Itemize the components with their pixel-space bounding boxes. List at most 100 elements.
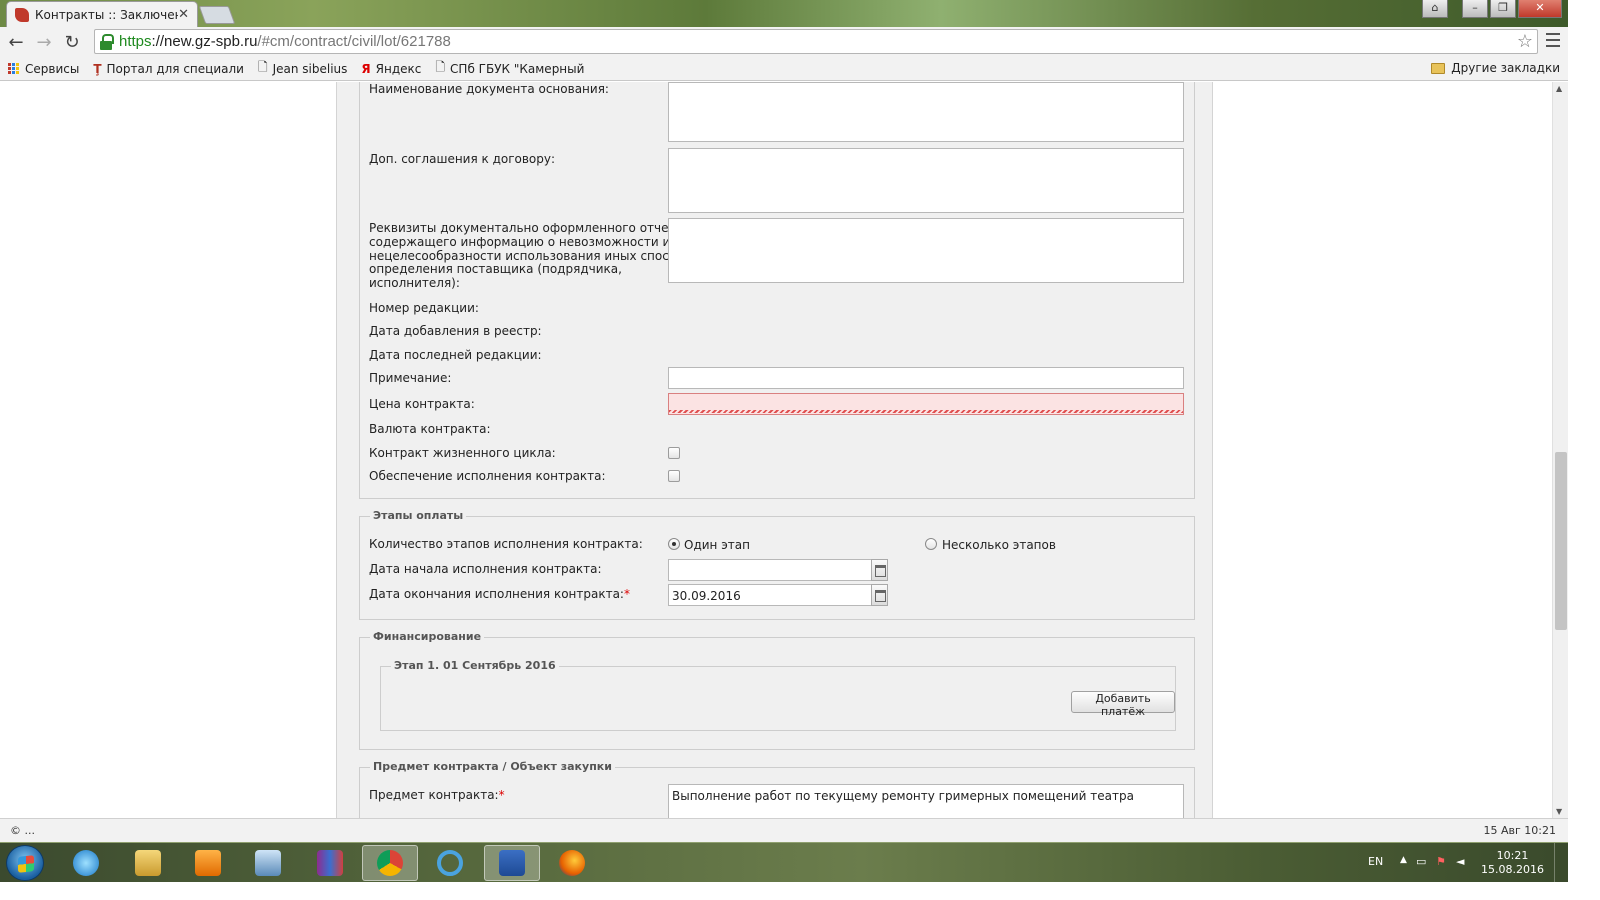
- stage-1-legend: Этап 1. 01 Сентябрь 2016: [391, 659, 559, 672]
- price-label: Цена контракта:: [369, 397, 475, 411]
- scroll-down-icon[interactable]: ▼: [1556, 807, 1562, 816]
- bookmark-jean-sibelius[interactable]: 🗋 Jean sibelius: [258, 58, 347, 79]
- bookmark-yandex[interactable]: Я Яндекс: [361, 62, 421, 76]
- url-text: https://new.gz-spb.ru/#cm/contract/civil…: [119, 33, 451, 50]
- browser-tab-active[interactable]: Контракты :: Заключение ✕: [6, 1, 198, 27]
- browser-menu-icon[interactable]: [1546, 33, 1560, 47]
- new-tab-button[interactable]: [198, 6, 236, 24]
- subject-textarea[interactable]: Выполнение работ по текущему ремонту гри…: [668, 784, 1184, 818]
- status-datetime: 15 Авг 10:21: [1483, 824, 1556, 837]
- required-asterisk: *: [498, 788, 505, 802]
- volume-icon[interactable]: ◄: [1456, 855, 1470, 869]
- single-stage-radio[interactable]: [668, 538, 680, 550]
- scroll-up-icon[interactable]: ▲: [1556, 84, 1562, 93]
- chrome-icon[interactable]: [362, 845, 418, 881]
- doc-basis-label: Наименование документа основания:: [369, 82, 609, 96]
- financing-legend: Финансирование: [370, 630, 485, 643]
- multiple-stages-radio[interactable]: [925, 538, 937, 550]
- status-bar: © ... 15 Авг 10:21: [0, 818, 1568, 842]
- bookmark-other[interactable]: Другие закладки: [1431, 61, 1560, 75]
- internet-explorer-icon[interactable]: [58, 845, 114, 881]
- scroll-thumb[interactable]: [1555, 452, 1567, 630]
- bookmark-label: Jean sibelius: [272, 61, 348, 76]
- folder-icon: [1431, 62, 1446, 74]
- subject-label: Предмет контракта:*: [369, 788, 505, 802]
- apps-icon: [8, 63, 19, 74]
- show-desktop-button[interactable]: [1554, 843, 1568, 883]
- stage-1-section: Этап 1. 01 Сентябрь 2016 Добавить платёж: [380, 659, 1176, 731]
- price-input[interactable]: [668, 393, 1184, 415]
- address-bar[interactable]: https://new.gz-spb.ru/#cm/contract/civil…: [94, 29, 1538, 54]
- tray-expand-icon[interactable]: ▲: [1400, 855, 1407, 865]
- winrar-icon[interactable]: [302, 845, 358, 881]
- back-arrow-icon[interactable]: ←: [4, 30, 28, 54]
- note-label: Примечание:: [369, 371, 452, 385]
- clock-time: 10:21: [1496, 849, 1529, 862]
- restore-icon[interactable]: ❐: [1490, 0, 1516, 18]
- network-icon[interactable]: ▭: [1416, 855, 1430, 869]
- supplementary-textarea[interactable]: [668, 148, 1184, 213]
- bookmark-label: Сервисы: [25, 61, 80, 76]
- report-details-line: содержащего информацию о невозможности и…: [369, 234, 686, 249]
- page-scrollbar[interactable]: ▲ ▼: [1552, 82, 1568, 818]
- bookmark-services[interactable]: Сервисы: [8, 62, 79, 76]
- currency-label: Валюта контракта:: [369, 422, 491, 436]
- profile-icon[interactable]: ⌂: [1422, 0, 1448, 18]
- lock-icon: [99, 33, 114, 50]
- reload-icon[interactable]: ↻: [60, 30, 84, 54]
- bookmark-star-icon[interactable]: ☆: [1517, 31, 1533, 52]
- page-icon: 🗋: [435, 60, 446, 74]
- start-date-calendar-icon[interactable]: [871, 559, 888, 581]
- subject-value: Выполнение работ по текущему ремонту гри…: [672, 789, 1134, 803]
- security-checkbox[interactable]: [668, 470, 680, 482]
- end-date-input[interactable]: 30.09.2016: [668, 584, 872, 606]
- bookmark-label: Портал для специали: [106, 61, 244, 76]
- start-button[interactable]: [6, 845, 44, 881]
- financing-section: Финансирование Этап 1. 01 Сентябрь 2016 …: [359, 630, 1195, 750]
- browser-titlebar: Контракты :: Заключение ✕ ⌂ – ❐ ✕: [0, 0, 1568, 27]
- contract-form: Наименование документа основания: Доп. с…: [336, 82, 1213, 818]
- forward-arrow-icon[interactable]: →: [32, 30, 56, 54]
- report-details-line: Реквизиты документально оформленного отч…: [369, 221, 687, 235]
- bookmark-portal[interactable]: Ţ Портал для специали: [93, 62, 244, 76]
- add-payment-button[interactable]: Добавить платёж: [1071, 691, 1175, 718]
- lifecycle-label: Контракт жизненного цикла:: [369, 446, 556, 460]
- subject-label-text: Предмет контракта:: [369, 788, 499, 802]
- end-date-calendar-icon[interactable]: [871, 584, 888, 606]
- close-window-icon[interactable]: ✕: [1518, 0, 1562, 18]
- url-protocol: https: [119, 33, 152, 50]
- tab-close-icon[interactable]: ✕: [178, 7, 189, 22]
- bookmark-spb-gbuk[interactable]: 🗋 СПб ГБУК "Камерный: [435, 58, 584, 79]
- media-player-icon[interactable]: [180, 845, 236, 881]
- supplementary-label: Доп. соглашения к договору:: [369, 152, 556, 166]
- lifecycle-checkbox[interactable]: [668, 447, 680, 459]
- start-date-input[interactable]: [668, 559, 872, 581]
- payment-stages-legend: Этапы оплаты: [370, 509, 467, 522]
- doc-basis-textarea[interactable]: [668, 82, 1184, 142]
- language-indicator[interactable]: EN: [1368, 855, 1383, 868]
- other-bookmarks-label: Другие закладки: [1451, 61, 1560, 75]
- minimize-icon[interactable]: –: [1462, 0, 1488, 18]
- bookmark-label: Яндекс: [375, 61, 422, 76]
- report-details-line: исполнителя):: [369, 276, 460, 291]
- report-details-line: нецелесообразности использования иных сп…: [369, 248, 698, 263]
- report-details-line: определения поставщика (подрядчика,: [369, 262, 622, 277]
- subject-legend: Предмет контракта / Объект закупки: [370, 760, 615, 773]
- tray-clock[interactable]: 10:21 15.08.2016: [1481, 849, 1544, 877]
- firefox-icon[interactable]: [544, 845, 600, 881]
- action-center-icon[interactable]: ⚑: [1436, 855, 1450, 869]
- note-input[interactable]: [668, 367, 1184, 389]
- site-favicon-icon: [15, 7, 29, 22]
- report-details-textarea[interactable]: [668, 218, 1184, 283]
- remote-desktop-icon[interactable]: [240, 845, 296, 881]
- sync-icon[interactable]: [422, 845, 478, 881]
- file-explorer-icon[interactable]: [120, 845, 176, 881]
- revision-number-label: Номер редакции:: [369, 301, 479, 315]
- bookmark-label: СПб ГБУК "Камерный: [450, 61, 585, 76]
- end-date-label: Дата окончания исполнения контракта:*: [369, 587, 630, 601]
- required-asterisk: *: [623, 587, 630, 601]
- window-controls: ⌂ – ❐ ✕: [1422, 0, 1562, 18]
- registry-date-label: Дата добавления в реестр:: [369, 324, 542, 338]
- word-icon[interactable]: [484, 845, 540, 881]
- multiple-stages-label: Несколько этапов: [942, 538, 1056, 552]
